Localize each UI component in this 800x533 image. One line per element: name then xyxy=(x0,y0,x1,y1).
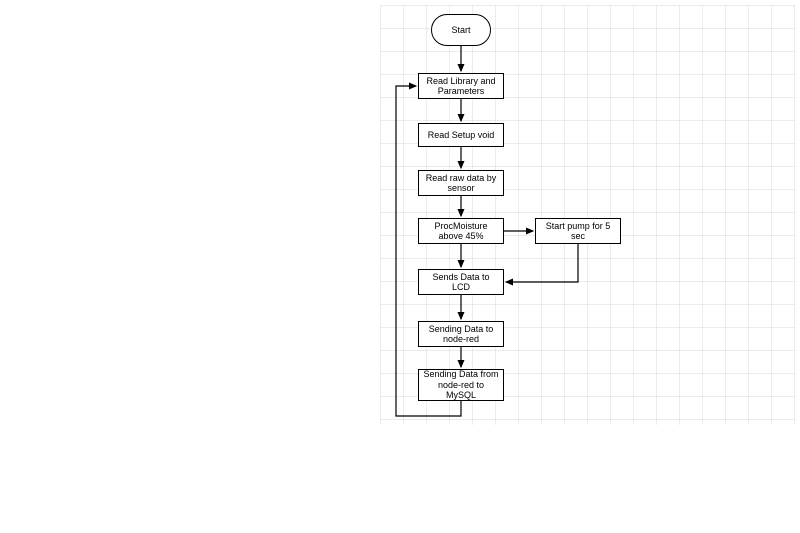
read-library-step: Read Library and Parameters xyxy=(418,73,504,99)
sends-lcd-step: Sends Data to LCD xyxy=(418,269,504,295)
send-nodered-step: Sending Data to node-red xyxy=(418,321,504,347)
canvas-grid xyxy=(380,5,795,425)
read-raw-step: Read raw data by sensor xyxy=(418,170,504,196)
proc-moisture-decision: ProcMoisture above 45% xyxy=(418,218,504,244)
start-terminator: Start xyxy=(431,14,491,46)
read-setup-step: Read Setup void xyxy=(418,123,504,147)
start-pump-step: Start pump for 5 sec xyxy=(535,218,621,244)
send-mysql-step: Sending Data from node-red to MySQL xyxy=(418,369,504,401)
